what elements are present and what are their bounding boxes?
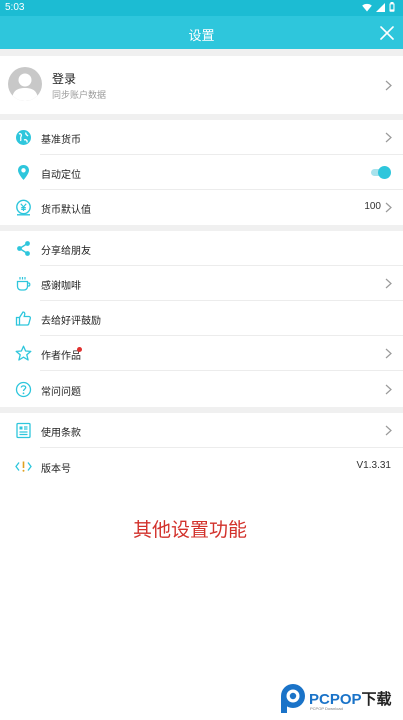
status-time: 5:03 — [5, 2, 25, 13]
version-value: V1.3.31 — [356, 460, 391, 471]
toggle-knob — [378, 166, 391, 179]
row-label: 基准货币 — [41, 135, 81, 146]
section-separator — [0, 49, 403, 56]
chevron-right-icon — [385, 202, 392, 213]
app-bar: 设置 — [0, 16, 403, 49]
row-rate[interactable]: 去给好评鼓励 — [0, 301, 403, 336]
watermark: PCPOP下载 PCPOP Download — [278, 682, 403, 720]
page-title: 设置 — [188, 29, 215, 44]
chevron-right-icon — [385, 80, 392, 91]
row-faq[interactable]: 常问问题 — [0, 372, 403, 407]
auto-location-toggle[interactable] — [371, 166, 391, 179]
login-title: 登录 — [52, 72, 77, 86]
row-label: 货币默认值 — [41, 205, 91, 216]
row-terms[interactable]: 使用条款 — [0, 413, 403, 448]
close-icon[interactable] — [379, 25, 395, 41]
avatar — [8, 67, 42, 101]
coffee-cup-icon — [16, 277, 31, 291]
row-coffee[interactable]: 感谢咖啡 — [0, 266, 403, 301]
battery-icon — [389, 2, 395, 12]
watermark-tagline: PCPOP Download — [310, 706, 343, 711]
row-label: 使用条款 — [41, 428, 81, 439]
feature-caption: 其他设置功能 — [132, 519, 247, 541]
default-amount-value: 100 — [364, 201, 381, 212]
user-placeholder-icon — [12, 73, 38, 101]
location-pin-icon — [18, 165, 29, 180]
row-label: 自动定位 — [41, 170, 81, 181]
row-label: 去给好评鼓励 — [41, 316, 101, 327]
row-divider — [40, 447, 403, 448]
globe-icon — [16, 130, 31, 145]
signal-icon — [376, 2, 385, 12]
share-icon — [17, 241, 30, 256]
status-icons — [362, 2, 395, 12]
chevron-right-icon — [385, 384, 392, 395]
pcpop-logo-icon — [281, 684, 305, 713]
row-default-amount[interactable]: 货币默认值 100 — [0, 190, 403, 225]
document-icon — [16, 422, 31, 439]
row-label: 版本号 — [41, 464, 71, 475]
status-bar: 5:03 — [0, 0, 403, 16]
row-share[interactable]: 分享给朋友 — [0, 231, 403, 266]
login-subtitle: 同步账户数据 — [52, 91, 107, 101]
code-info-icon — [15, 461, 32, 472]
row-base-currency[interactable]: 基准货币 — [0, 120, 403, 155]
login-row[interactable]: 登录 同步账户数据 — [0, 56, 403, 114]
watermark-brand-suffix: 下载 — [361, 691, 392, 708]
wifi-icon — [362, 3, 372, 11]
new-badge-dot — [77, 347, 82, 352]
settings-screen: 5:03 设置 登录 同步账户数据 基准货币 自动定位 货币默认值 100 分享… — [0, 0, 403, 720]
chevron-right-icon — [385, 348, 392, 359]
row-version: 版本号 V1.3.31 — [0, 449, 403, 484]
yen-coin-icon — [16, 199, 31, 216]
chevron-right-icon — [385, 132, 392, 143]
row-label: 分享给朋友 — [41, 246, 91, 257]
chevron-right-icon — [385, 425, 392, 436]
row-label: 作者作品 — [41, 351, 81, 362]
thumbs-up-icon — [15, 311, 32, 326]
row-author-apps[interactable]: 作者作品 — [0, 336, 403, 371]
star-icon — [15, 345, 32, 361]
row-auto-location: 自动定位 — [0, 155, 403, 190]
chevron-right-icon — [385, 278, 392, 289]
question-icon — [15, 381, 32, 398]
row-label: 常问问题 — [41, 387, 81, 398]
row-label: 感谢咖啡 — [41, 281, 81, 292]
row-divider — [40, 370, 403, 371]
